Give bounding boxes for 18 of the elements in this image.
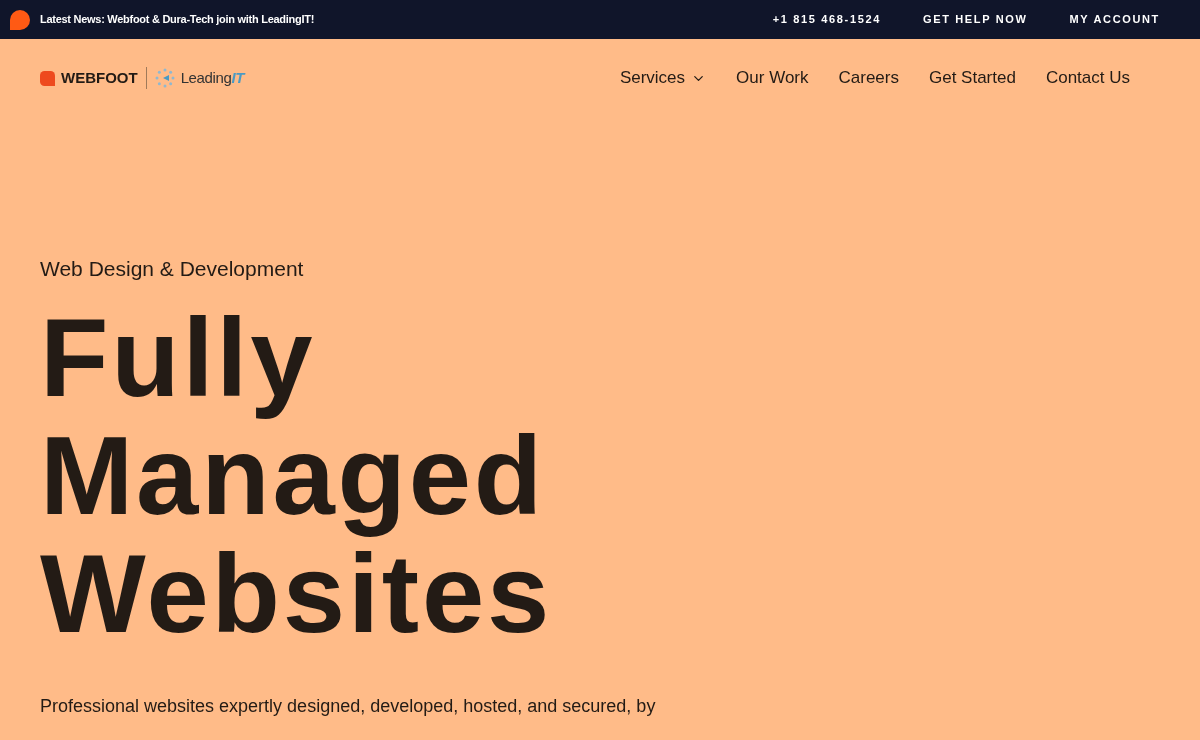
top-link[interactable]: MY ACCOUNT xyxy=(1069,11,1160,28)
logo-mark-icon xyxy=(40,70,55,86)
nav-link[interactable]: Get Started xyxy=(928,65,1016,91)
spinner-icon xyxy=(154,68,175,88)
eyebrow-text: Web Design & Development xyxy=(40,256,305,282)
partner-logo-text: LeadingIT xyxy=(180,67,244,88)
logo-text: WEBFOOT xyxy=(61,67,138,88)
news-text[interactable]: Latest News: Webfoot & Dura-Tech join with LeadingIT! xyxy=(40,11,315,28)
nav-link[interactable]: Careers xyxy=(838,65,899,91)
nav-link[interactable]: Our Work xyxy=(736,65,809,91)
headline: Fully Managed Websites xyxy=(40,298,554,653)
nav-link[interactable]: Services xyxy=(619,65,707,91)
logo[interactable]: WEBFOOT LeadingIT xyxy=(40,66,244,90)
top-link[interactable]: GET HELP NOW xyxy=(923,11,1028,28)
nav-link[interactable]: Contact Us xyxy=(1045,65,1130,91)
speech-bubble-icon xyxy=(10,9,30,30)
top-link[interactable]: +1 815 468-1524 xyxy=(772,11,881,28)
body-text: Professional websites expertly designed, developed, hosted, and secured, by xyxy=(40,694,657,718)
